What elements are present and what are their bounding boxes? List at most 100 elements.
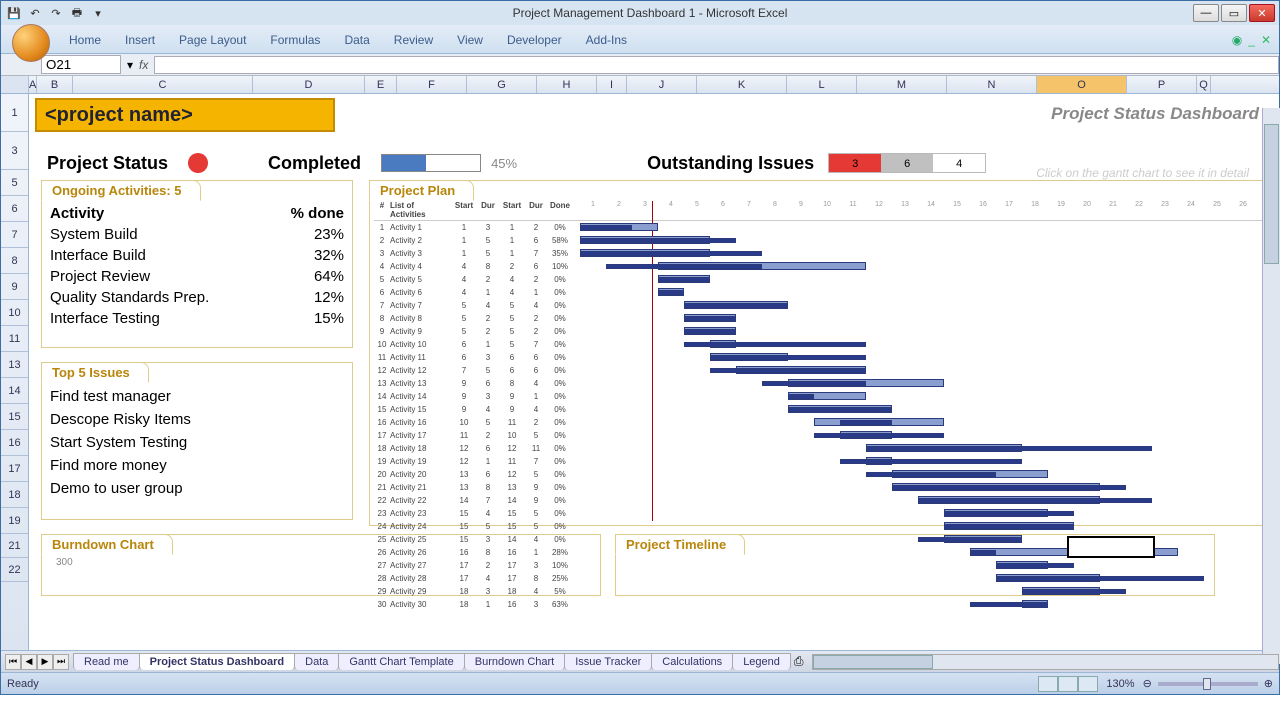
office-button[interactable] [12, 24, 50, 62]
sheet-tab-project-status-dashboard[interactable]: Project Status Dashboard [139, 653, 295, 670]
sheet-tab-legend[interactable]: Legend [732, 653, 791, 670]
close-button[interactable]: ✕ [1249, 4, 1275, 22]
row-header-7[interactable]: 7 [1, 222, 28, 248]
sheet-tab-calculations[interactable]: Calculations [651, 653, 733, 670]
row-header-21[interactable]: 21 [1, 534, 28, 558]
qat-save-icon[interactable]: 💾 [5, 4, 23, 22]
col-header-C[interactable]: C [73, 76, 253, 93]
row-header-6[interactable]: 6 [1, 196, 28, 222]
row-header-5[interactable]: 5 [1, 170, 28, 196]
row-header-17[interactable]: 17 [1, 456, 28, 482]
vertical-scrollbar[interactable] [1262, 108, 1280, 664]
minimize-button[interactable]: — [1193, 4, 1219, 22]
zoom-in-button[interactable]: ⊕ [1264, 677, 1273, 690]
row-header-19[interactable]: 19 [1, 508, 28, 534]
col-header-B[interactable]: B [37, 76, 73, 93]
zoom-level[interactable]: 130% [1106, 678, 1134, 690]
ribbon-tab-insert[interactable]: Insert [117, 31, 163, 49]
col-header-L[interactable]: L [787, 76, 857, 93]
col-header-H[interactable]: H [537, 76, 597, 93]
tab-nav-last[interactable]: ⏭ [53, 654, 69, 670]
fx-icon[interactable]: fx [139, 58, 148, 72]
sheet-tab-burndown-chart[interactable]: Burndown Chart [464, 653, 566, 670]
help-icon[interactable]: ◉ [1232, 33, 1242, 47]
col-header-F[interactable]: F [397, 76, 467, 93]
row-header-14[interactable]: 14 [1, 378, 28, 404]
row-header-1[interactable]: 1 [1, 94, 28, 132]
gantt-row: 2Activity 2151658% [374, 234, 1264, 247]
gantt-row: 24Activity 241551550% [374, 520, 1264, 533]
tab-nav-first[interactable]: ⏮ [5, 654, 21, 670]
view-layout-button[interactable] [1058, 676, 1078, 692]
completed-label: Completed [268, 153, 361, 174]
col-header-O[interactable]: O [1037, 76, 1127, 93]
project-name-cell[interactable]: <project name> [35, 98, 335, 132]
row-header-18[interactable]: 18 [1, 482, 28, 508]
col-header-M[interactable]: M [857, 76, 947, 93]
ribbon-tab-data[interactable]: Data [336, 31, 377, 49]
zoom-slider[interactable] [1158, 682, 1258, 686]
row-header-8[interactable]: 8 [1, 248, 28, 274]
col-header-E[interactable]: E [365, 76, 397, 93]
col-header-K[interactable]: K [697, 76, 787, 93]
ribbon-tab-formulas[interactable]: Formulas [262, 31, 328, 49]
sheet-tab-read-me[interactable]: Read me [73, 653, 140, 670]
row-header-3[interactable]: 3 [1, 132, 28, 170]
col-header-D[interactable]: D [253, 76, 365, 93]
name-box[interactable] [41, 55, 121, 74]
row-header-22[interactable]: 22 [1, 558, 28, 582]
sheet-tab-issue-tracker[interactable]: Issue Tracker [564, 653, 652, 670]
tab-nav-next[interactable]: ▶ [37, 654, 53, 670]
row-header-11[interactable]: 11 [1, 326, 28, 352]
ribbon-tab-home[interactable]: Home [61, 31, 109, 49]
col-header-Q[interactable]: Q [1197, 76, 1211, 93]
tab-nav-prev[interactable]: ◀ [21, 654, 37, 670]
gantt-col-header: # [374, 201, 390, 219]
row-header-16[interactable]: 16 [1, 430, 28, 456]
select-all-corner[interactable] [1, 76, 29, 93]
pctdone-header: % done [291, 205, 344, 222]
gantt-row: 18Activity 1812612110% [374, 442, 1264, 455]
row-header-9[interactable]: 9 [1, 274, 28, 300]
gantt-col-header: List of Activities [390, 201, 450, 219]
col-header-A[interactable]: A [29, 76, 37, 93]
col-header-N[interactable]: N [947, 76, 1037, 93]
col-header-P[interactable]: P [1127, 76, 1197, 93]
qat-undo-icon[interactable]: ↶ [26, 4, 44, 22]
row-header-13[interactable]: 13 [1, 352, 28, 378]
col-header-J[interactable]: J [627, 76, 697, 93]
sheet-tab-gantt-chart-template[interactable]: Gantt Chart Template [338, 653, 464, 670]
qat-print-icon[interactable]: 🖶 [68, 4, 86, 22]
ribbon-tab-add-ins[interactable]: Add-Ins [578, 31, 635, 49]
ribbon-tab-view[interactable]: View [449, 31, 491, 49]
qat-redo-icon[interactable]: ↷ [47, 4, 65, 22]
maximize-button[interactable]: ▭ [1221, 4, 1247, 22]
ribbon-tab-review[interactable]: Review [386, 31, 441, 49]
row-header-15[interactable]: 15 [1, 404, 28, 430]
new-sheet-icon[interactable]: ⎙ [794, 654, 804, 669]
issue-row: Descope Risky Items [50, 408, 344, 431]
ribbon-tab-page-layout[interactable]: Page Layout [171, 31, 254, 49]
sheet-tab-data[interactable]: Data [294, 653, 339, 670]
view-normal-button[interactable] [1038, 676, 1058, 692]
ribbon-close-icon[interactable]: ✕ [1261, 33, 1271, 47]
worksheet-area[interactable]: <project name> Project Status Dashboard … [29, 94, 1279, 650]
qat-more-icon[interactable]: ▾ [89, 4, 107, 22]
horizontal-scrollbar[interactable] [812, 654, 1279, 670]
view-pagebreak-button[interactable] [1078, 676, 1098, 692]
ribbon-minimize-icon[interactable]: _ [1248, 33, 1255, 47]
col-header-G[interactable]: G [467, 76, 537, 93]
formula-bar[interactable] [154, 56, 1279, 74]
issue-row: Start System Testing [50, 431, 344, 454]
plan-panel-tab: Project Plan [369, 180, 474, 201]
issue-row: Find test manager [50, 385, 344, 408]
col-header-I[interactable]: I [597, 76, 627, 93]
cell-selection-O21[interactable] [1067, 536, 1155, 558]
namebox-dropdown-icon[interactable]: ▾ [127, 58, 133, 72]
zoom-out-button[interactable]: ⊖ [1143, 677, 1152, 690]
gantt-row: 6Activity 641410% [374, 286, 1264, 299]
gantt-row: 30Activity 3018116363% [374, 598, 1264, 611]
row-header-10[interactable]: 10 [1, 300, 28, 326]
ribbon-tab-developer[interactable]: Developer [499, 31, 570, 49]
gantt-row: 14Activity 1493910% [374, 390, 1264, 403]
